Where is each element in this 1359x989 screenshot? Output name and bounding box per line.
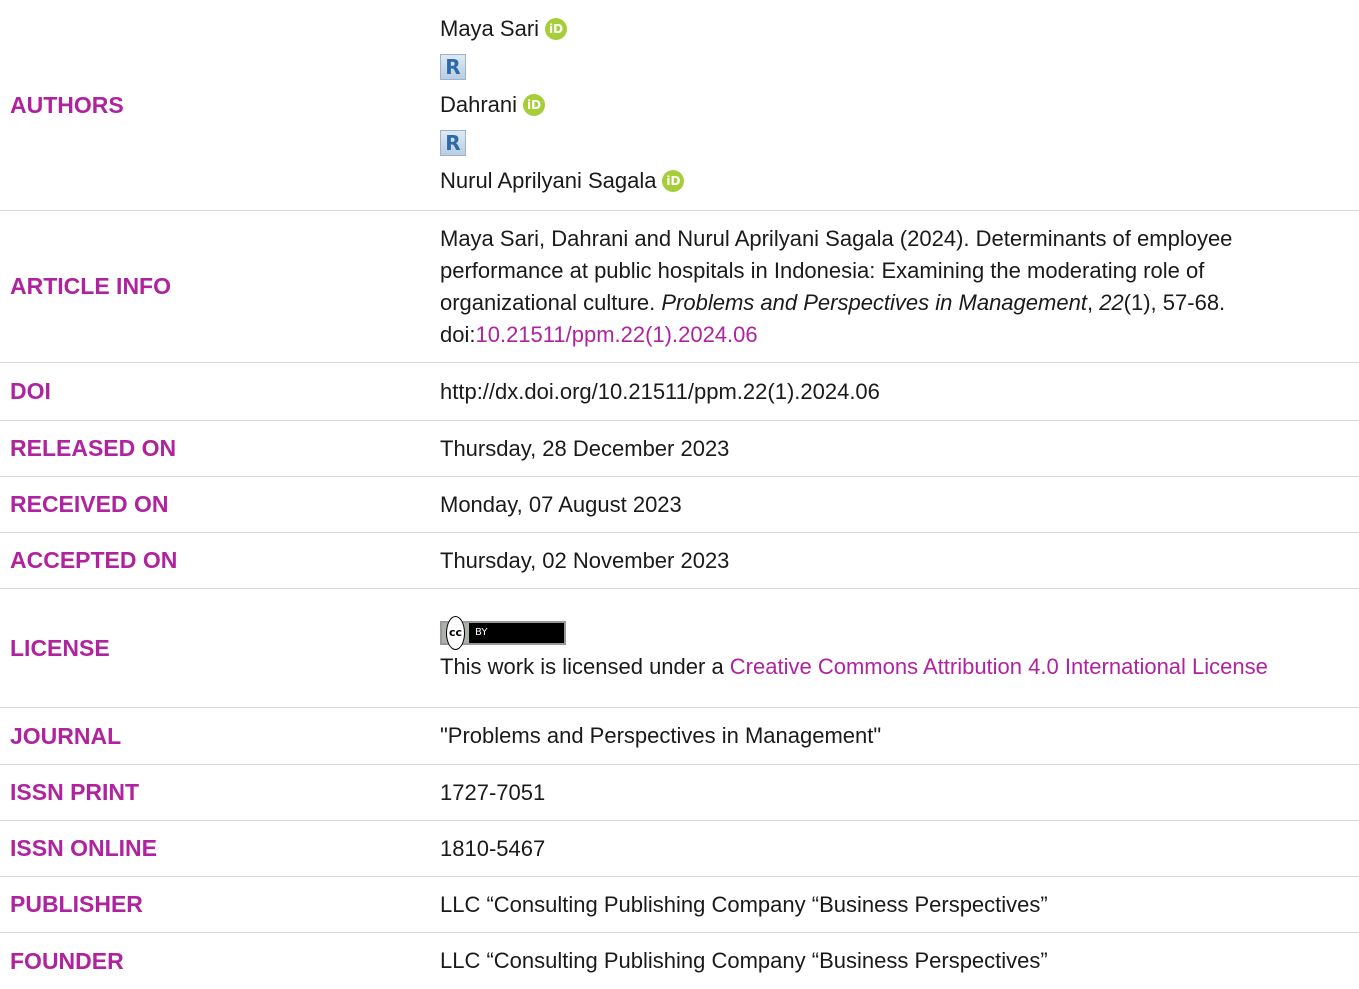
- authors-row: AUTHORS Maya Sari iD R Dahrani iD R Nuru…: [0, 0, 1359, 211]
- journal-row: JOURNAL "Problems and Perspectives in Ma…: [0, 708, 1359, 765]
- issn-online-label: ISSN ONLINE: [10, 835, 157, 861]
- cc-by-badge-icon[interactable]: cc BY: [440, 616, 566, 650]
- publisher-label: PUBLISHER: [10, 891, 143, 917]
- issn-print-label: ISSN PRINT: [10, 779, 140, 805]
- doi-label: DOI: [10, 378, 51, 404]
- journal-value: "Problems and Perspectives in Management…: [440, 723, 882, 748]
- publisher-value: LLC “Consulting Publishing Company “Busi…: [440, 891, 1048, 917]
- received-row: RECEIVED ON Monday, 07 August 2023: [0, 477, 1359, 533]
- released-value: Thursday, 28 December 2023: [440, 435, 730, 461]
- authors-label: AUTHORS: [10, 91, 124, 118]
- license-value: cc BY This work is licensed under a Crea…: [440, 613, 1359, 683]
- released-row: RELEASED ON Thursday, 28 December 2023: [0, 421, 1359, 477]
- article-info-label: ARTICLE INFO: [10, 273, 171, 299]
- author-entry: Dahrani iD: [440, 86, 1329, 124]
- issn-online-value: 1810-5467: [440, 835, 546, 861]
- license-link[interactable]: Creative Commons Attribution 4.0 Interna…: [730, 654, 1268, 679]
- orcid-icon[interactable]: iD: [545, 18, 568, 40]
- founder-label: FOUNDER: [10, 947, 124, 974]
- doi-row: DOI http://dx.doi.org/10.21511/ppm.22(1)…: [0, 363, 1359, 421]
- accepted-label: ACCEPTED ON: [10, 547, 178, 573]
- article-info-value: Maya Sari, Dahrani and Nurul Aprilyani S…: [440, 223, 1359, 351]
- researcherid-icon[interactable]: R: [440, 130, 466, 156]
- issn-print-row: ISSN PRINT 1727-7051: [0, 765, 1359, 821]
- author-name[interactable]: Maya Sari: [440, 13, 539, 45]
- received-label: RECEIVED ON: [10, 491, 169, 517]
- founder-value: LLC “Consulting Publishing Company “Busi…: [440, 948, 1048, 973]
- released-label: RELEASED ON: [10, 435, 177, 461]
- license-text: This work is licensed under a Creative C…: [440, 651, 1329, 683]
- license-prefix: This work is licensed under a: [440, 654, 730, 679]
- article-info-row: ARTICLE INFO Maya Sari, Dahrani and Nuru…: [0, 211, 1359, 363]
- license-label: LICENSE: [10, 634, 110, 661]
- orcid-icon[interactable]: iD: [662, 170, 685, 192]
- publisher-row: PUBLISHER LLC “Consulting Publishing Com…: [0, 877, 1359, 933]
- doi-value: http://dx.doi.org/10.21511/ppm.22(1).202…: [440, 378, 880, 404]
- citation-journal-name: Problems and Perspectives in Management: [661, 289, 1087, 315]
- issn-online-row: ISSN ONLINE 1810-5467: [0, 821, 1359, 877]
- authors-value: Maya Sari iD R Dahrani iD R Nurul Aprily…: [440, 10, 1359, 200]
- orcid-icon[interactable]: iD: [523, 94, 546, 116]
- author-entry: Maya Sari iD: [440, 10, 1329, 48]
- journal-label: JOURNAL: [10, 722, 122, 749]
- author-name[interactable]: Nurul Aprilyani Sagala: [440, 165, 656, 197]
- license-row: LICENSE cc BY This work is licensed unde…: [0, 589, 1359, 708]
- received-value: Monday, 07 August 2023: [440, 491, 682, 517]
- article-metadata-table: AUTHORS Maya Sari iD R Dahrani iD R Nuru…: [0, 0, 1359, 989]
- accepted-value: Thursday, 02 November 2023: [440, 547, 730, 573]
- researcherid-icon[interactable]: R: [440, 54, 466, 80]
- author-entry: Nurul Aprilyani Sagala iD: [440, 162, 1329, 200]
- cc-badge-text: cc: [446, 616, 466, 650]
- by-badge-text: BY: [475, 627, 488, 638]
- accepted-row: ACCEPTED ON Thursday, 02 November 2023: [0, 533, 1359, 589]
- citation-comma: ,: [1086, 289, 1094, 315]
- researcher-entry: R: [440, 124, 1329, 162]
- researcher-entry: R: [440, 48, 1329, 86]
- citation-volume: 22: [1099, 289, 1124, 315]
- citation-doi-link[interactable]: 10.21511/ppm.22(1).2024.06: [475, 322, 757, 347]
- author-name[interactable]: Dahrani: [440, 89, 517, 121]
- issn-print-value: 1727-7051: [440, 779, 546, 805]
